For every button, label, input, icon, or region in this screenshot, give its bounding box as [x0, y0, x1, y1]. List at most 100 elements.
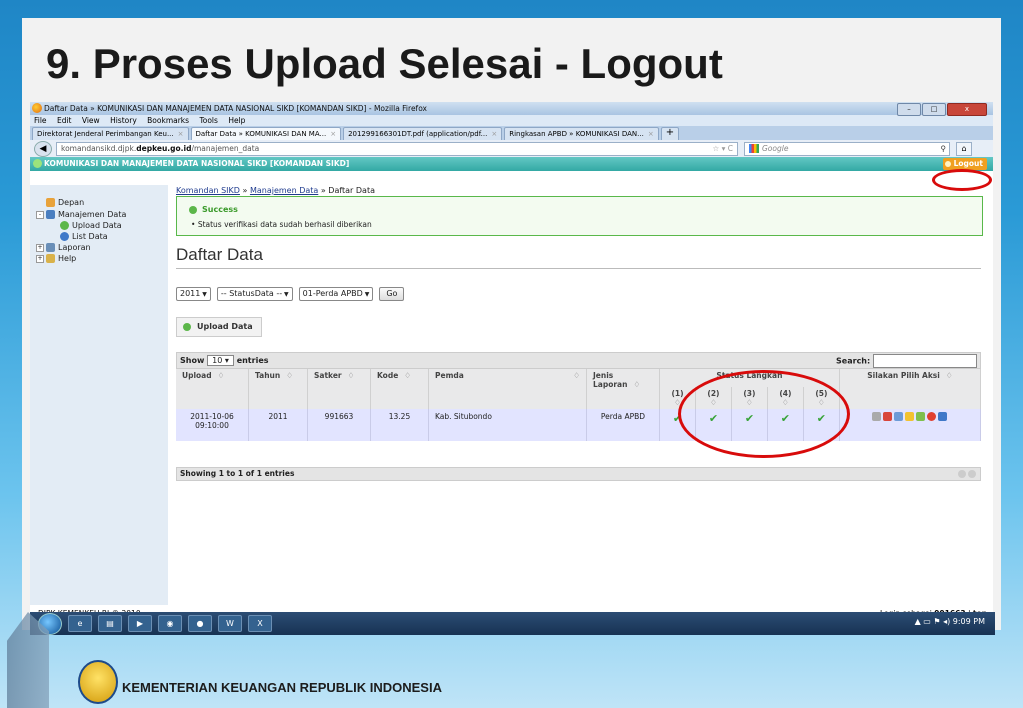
menu-help[interactable]: Help: [228, 116, 245, 125]
sidebar-item-laporan[interactable]: + Laporan: [36, 243, 91, 253]
firefox-icon: [32, 103, 42, 113]
browser-tab[interactable]: 201299166301DT.pdf (application/pdf... ×: [343, 127, 503, 140]
pdf-icon[interactable]: [883, 412, 893, 421]
upload-data-button[interactable]: Upload Data: [176, 317, 262, 337]
browser-titlebar: Daftar Data » KOMUNIKASI DAN MANAJEMEN D…: [30, 102, 993, 116]
col-jenis-laporan[interactable]: Jenis Laporan ♢: [586, 369, 660, 409]
navigation-bar: ◀ komandansikd.djpk.depkeu.go.id/manajem…: [30, 140, 993, 157]
tab-close-icon[interactable]: ×: [648, 130, 654, 138]
pagination: [958, 470, 976, 478]
window-title: Daftar Data » KOMUNIKASI DAN MANAJEMEN D…: [44, 104, 427, 113]
ministry-emblem: [78, 660, 118, 704]
tab-close-icon[interactable]: ×: [330, 130, 336, 138]
minimize-button[interactable]: –: [897, 103, 921, 116]
report-icon: [46, 243, 55, 252]
breadcrumb: Komandan SIKD » Manajemen Data » Daftar …: [176, 186, 375, 195]
browser-tab[interactable]: Ringkasan APBD » KOMUNIKASI DAN... ×: [504, 127, 659, 140]
year-select[interactable]: 2011: [176, 287, 211, 301]
col-kode[interactable]: Kode ♢: [370, 369, 429, 409]
chrome-icon[interactable]: ●: [188, 615, 212, 632]
prev-page-icon[interactable]: [958, 470, 966, 478]
google-icon: [749, 144, 759, 153]
browser-tab-active[interactable]: Daftar Data » KOMUNIKASI DAN MA... ×: [190, 127, 342, 140]
sidebar-item-manajemen-data[interactable]: - Manajemen Data: [36, 210, 126, 220]
save-icon[interactable]: [938, 412, 948, 421]
tab-close-icon[interactable]: ×: [178, 130, 184, 138]
cell-tahun: 2011: [248, 409, 308, 441]
explorer-icon[interactable]: ▤: [98, 615, 122, 632]
clock: 9:09 PM: [952, 617, 985, 626]
document-icon[interactable]: [894, 412, 904, 421]
sidebar-item-depan[interactable]: Depan: [46, 198, 84, 208]
lightning-icon[interactable]: [905, 412, 915, 421]
cell-pemda: Kab. Situbondo: [428, 409, 587, 441]
home-icon: [46, 198, 55, 207]
perda-select[interactable]: 01-Perda APBD: [298, 287, 374, 301]
chart-icon[interactable]: [916, 412, 926, 421]
table-row: 2011-10-06 09:10:00 2011 991663 13.25 Kab…: [176, 409, 982, 441]
status-select[interactable]: -- StatusData --: [216, 287, 293, 301]
table-toolbar: Show 10 ▾ entries Search:: [176, 352, 981, 369]
page-title: Daftar Data: [176, 245, 263, 264]
col-satker[interactable]: Satker ♢: [307, 369, 371, 409]
main-panel: Komandan SIKD » Manajemen Data » Daftar …: [176, 185, 984, 605]
breadcrumb-komandan-sikd[interactable]: Komandan SIKD: [176, 186, 240, 195]
alert-message: • Status verifikasi data sudah berhasil …: [191, 220, 372, 229]
menu-bookmarks[interactable]: Bookmarks: [147, 116, 189, 125]
add-icon: [60, 221, 69, 230]
browser-tab[interactable]: Direktorat Jenderal Perimbangan Keu... ×: [32, 127, 189, 140]
bookmark-star-icon[interactable]: ☆ ▾ C: [713, 143, 734, 155]
sidebar-item-list-data[interactable]: List Data: [60, 232, 108, 242]
success-alert: Success • Status verifikasi data sudah b…: [176, 196, 983, 236]
close-window-button[interactable]: x: [947, 103, 987, 116]
firefox-taskbar-icon[interactable]: ◉: [158, 615, 182, 632]
search-bar[interactable]: Google ⚲: [744, 141, 950, 156]
app-header-title: KOMUNIKASI DAN MANAJEMEN DATA NASIONAL S…: [44, 159, 350, 168]
menu-file[interactable]: File: [34, 116, 47, 125]
menu-history[interactable]: History: [110, 116, 137, 125]
table-search-input[interactable]: [873, 354, 977, 368]
col-tahun[interactable]: Tahun ♢: [248, 369, 308, 409]
breadcrumb-manajemen-data[interactable]: Manajemen Data: [250, 186, 318, 195]
url-bar[interactable]: komandansikd.djpk.depkeu.go.id/manajemen…: [56, 141, 738, 156]
tab-close-icon[interactable]: ×: [491, 130, 497, 138]
cell-aksi: [839, 409, 982, 441]
filter-bar: 2011 -- StatusData -- 01-Perda APBD Go: [176, 287, 405, 301]
sidebar-item-upload-data[interactable]: Upload Data: [60, 221, 122, 231]
tab-bar: Direktorat Jenderal Perimbangan Keu... × …: [30, 126, 993, 140]
slide-title: 9. Proses Upload Selesai - Logout: [46, 40, 723, 87]
entries-length-select[interactable]: 10 ▾: [207, 355, 234, 366]
cell-jenis: Perda APBD: [586, 409, 660, 441]
app-header: KOMUNIKASI DAN MANAJEMEN DATA NASIONAL S…: [30, 157, 993, 171]
logout-highlight-oval: [932, 169, 992, 191]
go-button[interactable]: Go: [379, 287, 405, 301]
breadcrumb-current: Daftar Data: [328, 186, 375, 195]
settings-icon[interactable]: [872, 412, 882, 421]
next-page-icon[interactable]: [968, 470, 976, 478]
col-pemda[interactable]: Pemda ♢: [428, 369, 587, 409]
excel-icon[interactable]: X: [248, 615, 272, 632]
folder-icon: [46, 210, 55, 219]
app-logo-icon: [33, 159, 42, 168]
word-icon[interactable]: W: [218, 615, 242, 632]
home-icon[interactable]: ⌂: [956, 141, 972, 156]
media-icon[interactable]: ▶: [128, 615, 152, 632]
page-content: Depan - Manajemen Data Upload Data List D…: [30, 185, 993, 607]
menu-edit[interactable]: Edit: [57, 116, 72, 125]
col-upload[interactable]: Upload ♢: [176, 369, 249, 409]
maximize-button[interactable]: □: [922, 103, 946, 116]
sidebar-item-help[interactable]: + Help: [36, 254, 76, 264]
search-icon[interactable]: ⚲: [941, 143, 947, 155]
help-icon: [46, 254, 55, 263]
new-tab-button[interactable]: +: [660, 127, 680, 140]
back-button[interactable]: ◀: [34, 140, 52, 157]
sidebar: Depan - Manajemen Data Upload Data List D…: [30, 185, 168, 605]
menu-view[interactable]: View: [82, 116, 100, 125]
taskbar: e ▤ ▶ ◉ ● W X ▲ ▭ ⚑ ◂) 9:09 PM: [30, 612, 995, 635]
status-highlight-oval: [678, 370, 850, 458]
slide: 9. Proses Upload Selesai - Logout Daftar…: [22, 18, 1001, 630]
browser-window: Daftar Data » KOMUNIKASI DAN MANAJEMEN D…: [30, 102, 993, 624]
delete-icon[interactable]: [927, 412, 937, 421]
menu-tools[interactable]: Tools: [199, 116, 217, 125]
ie-icon[interactable]: e: [68, 615, 92, 632]
